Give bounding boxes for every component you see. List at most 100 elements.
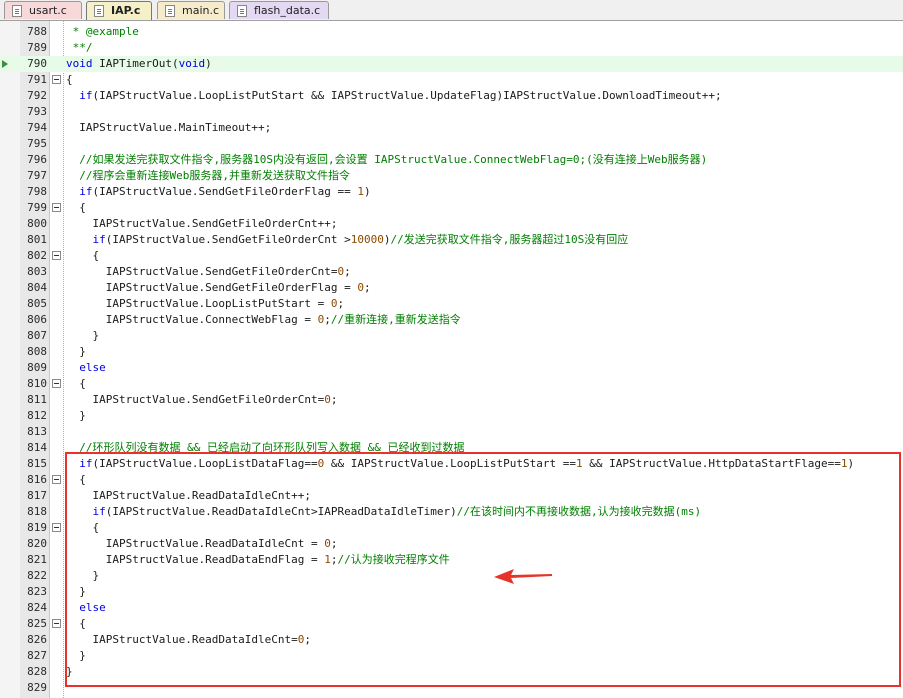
annotation-arrow-icon	[494, 569, 552, 584]
fold-collapse-icon[interactable]	[52, 523, 61, 532]
code-token: }	[66, 665, 73, 678]
tab-usart-c[interactable]: usart.c	[4, 1, 82, 19]
code-token: IAPStructValue.ReadDataIdleCnt =	[66, 537, 325, 550]
code-token: IAPStructValue.SendGetFileOrderFlag =	[66, 281, 358, 294]
code-line[interactable]: 789 **/	[0, 40, 903, 56]
line-number: 806	[27, 313, 47, 326]
code-token: }	[66, 585, 86, 598]
code-token: (IAPStructValue.SendGetFileOrderFlag ==	[92, 185, 358, 198]
code-text: }	[66, 584, 86, 600]
code-line[interactable]: 823 }	[0, 584, 903, 600]
line-number: 816	[27, 473, 47, 486]
code-token: IAPTimerOut(	[92, 57, 179, 70]
code-line[interactable]: 803 IAPStructValue.SendGetFileOrderCnt=0…	[0, 264, 903, 280]
tab-label: flash_data.c	[254, 4, 321, 17]
code-editor[interactable]: 788 * @example 789 **/790 void IAPTimerOut…	[0, 21, 903, 698]
line-number: 828	[27, 665, 47, 678]
code-line[interactable]: 804 IAPStructValue.SendGetFileOrderFlag …	[0, 280, 903, 296]
fold-collapse-icon[interactable]	[52, 251, 61, 260]
code-line[interactable]: 809 else	[0, 360, 903, 376]
fold-collapse-icon[interactable]	[52, 379, 61, 388]
code-line[interactable]: 791 {	[0, 72, 903, 88]
code-line[interactable]: 807 }	[0, 328, 903, 344]
code-token: )	[383, 233, 391, 246]
code-token: )	[205, 57, 212, 70]
code-line[interactable]: 822 }	[0, 568, 903, 584]
code-line[interactable]: 795	[0, 136, 903, 152]
line-number: 822	[27, 569, 47, 582]
code-line[interactable]: 802 {	[0, 248, 903, 264]
tab-flash-data-c[interactable]: flash_data.c	[229, 1, 329, 19]
code-token: ;	[344, 265, 351, 278]
fold-collapse-icon[interactable]	[52, 475, 61, 484]
code-token: //发送完获取文件指令,服务器超过10S没有回应	[390, 233, 629, 246]
line-number: 812	[27, 409, 47, 422]
code-line[interactable]: 798 if(IAPStructValue.SendGetFileOrderFl…	[0, 184, 903, 200]
code-text: IAPStructValue.SendGetFileOrderCnt++;	[66, 216, 337, 232]
code-token: }	[66, 329, 100, 342]
code-line[interactable]: 818 if(IAPStructValue.ReadDataIdleCnt>IA…	[0, 504, 903, 520]
code-token: ;	[364, 281, 371, 294]
code-line[interactable]: 801 if(IAPStructValue.SendGetFileOrderCn…	[0, 232, 903, 248]
code-token: IAPStructValue.ConnectWebFlag =	[66, 313, 318, 326]
code-token: ;	[330, 393, 338, 406]
code-token: )	[364, 185, 371, 198]
code-line[interactable]: 829	[0, 680, 903, 696]
code-line[interactable]: 808 }	[0, 344, 903, 360]
code-line[interactable]: 825 {	[0, 616, 903, 632]
code-line[interactable]: 826 IAPStructValue.ReadDataIdleCnt=0;	[0, 632, 903, 648]
code-line[interactable]: 788 * @example	[0, 24, 903, 40]
line-number: 821	[27, 553, 47, 566]
code-line[interactable]: 815 if(IAPStructValue.LoopListDataFlag==…	[0, 456, 903, 472]
code-line[interactable]: 800 IAPStructValue.SendGetFileOrderCnt++…	[0, 216, 903, 232]
code-line[interactable]: 814 //环形队列没有数据 && 已经启动了向环形队列写入数据 && 已经收到…	[0, 440, 903, 456]
code-token: IAPStructValue.MainTimeout++;	[66, 121, 272, 134]
code-token: 1	[840, 457, 848, 470]
line-number: 825	[27, 617, 47, 630]
tab-label: main.c	[182, 4, 220, 17]
code-line[interactable]: 806 IAPStructValue.ConnectWebFlag = 0;//…	[0, 312, 903, 328]
code-line[interactable]: 816 {	[0, 472, 903, 488]
code-text: IAPStructValue.ConnectWebFlag = 0;//重新连接…	[66, 312, 461, 328]
line-number: 790	[27, 57, 47, 70]
code-line[interactable]: 812 }	[0, 408, 903, 424]
code-line[interactable]: 792 if(IAPStructValue.LoopListPutStart &…	[0, 88, 903, 104]
code-line[interactable]: 827 }	[0, 648, 903, 664]
tab-iap-c[interactable]: IAP.c	[86, 1, 152, 20]
code-line[interactable]: 796 //如果发送完获取文件指令,服务器10S内没有返回,会设置 IAPStr…	[0, 152, 903, 168]
line-number: 820	[27, 537, 47, 550]
file-icon	[12, 5, 22, 17]
tab-main-c[interactable]: main.c	[157, 1, 225, 19]
code-token: }	[66, 409, 86, 422]
code-line[interactable]: 824 else	[0, 600, 903, 616]
code-line[interactable]: 793	[0, 104, 903, 120]
code-line[interactable]: 821 IAPStructValue.ReadDataEndFlag = 1;/…	[0, 552, 903, 568]
code-line[interactable]: 819 {	[0, 520, 903, 536]
code-line[interactable]: 828}	[0, 664, 903, 680]
code-token: ;	[337, 297, 345, 310]
fold-collapse-icon[interactable]	[52, 619, 61, 628]
code-line[interactable]: 805 IAPStructValue.LoopListPutStart = 0;	[0, 296, 903, 312]
code-text: IAPStructValue.SendGetFileOrderFlag = 0;	[66, 280, 371, 296]
fold-collapse-icon[interactable]	[52, 75, 61, 84]
code-token: ;	[330, 553, 338, 566]
code-line[interactable]: 794 IAPStructValue.MainTimeout++;	[0, 120, 903, 136]
fold-collapse-icon[interactable]	[52, 203, 61, 212]
code-token: IAPStructValue.ReadDataEndFlag =	[66, 553, 325, 566]
code-line[interactable]: 810 {	[0, 376, 903, 392]
code-line[interactable]: 797 //程序会重新连接Web服务器,并重新发送获取文件指令	[0, 168, 903, 184]
line-number: 801	[27, 233, 47, 246]
code-text: IAPStructValue.MainTimeout++;	[66, 120, 271, 136]
code-token: (IAPStructValue.ReadDataIdleCnt>IAPReadD…	[105, 505, 457, 518]
code-token: IAPStructValue.ReadDataIdleCnt++;	[66, 489, 312, 502]
code-token: void	[66, 57, 93, 70]
code-line[interactable]: 790 void IAPTimerOut(void)	[0, 56, 903, 72]
code-line[interactable]: 811 IAPStructValue.SendGetFileOrderCnt=0…	[0, 392, 903, 408]
code-line[interactable]: 813	[0, 424, 903, 440]
code-line[interactable]: 817 IAPStructValue.ReadDataIdleCnt++;	[0, 488, 903, 504]
code-line[interactable]: 799 {	[0, 200, 903, 216]
code-text: **/	[66, 40, 93, 56]
code-line[interactable]: 820 IAPStructValue.ReadDataIdleCnt = 0;	[0, 536, 903, 552]
